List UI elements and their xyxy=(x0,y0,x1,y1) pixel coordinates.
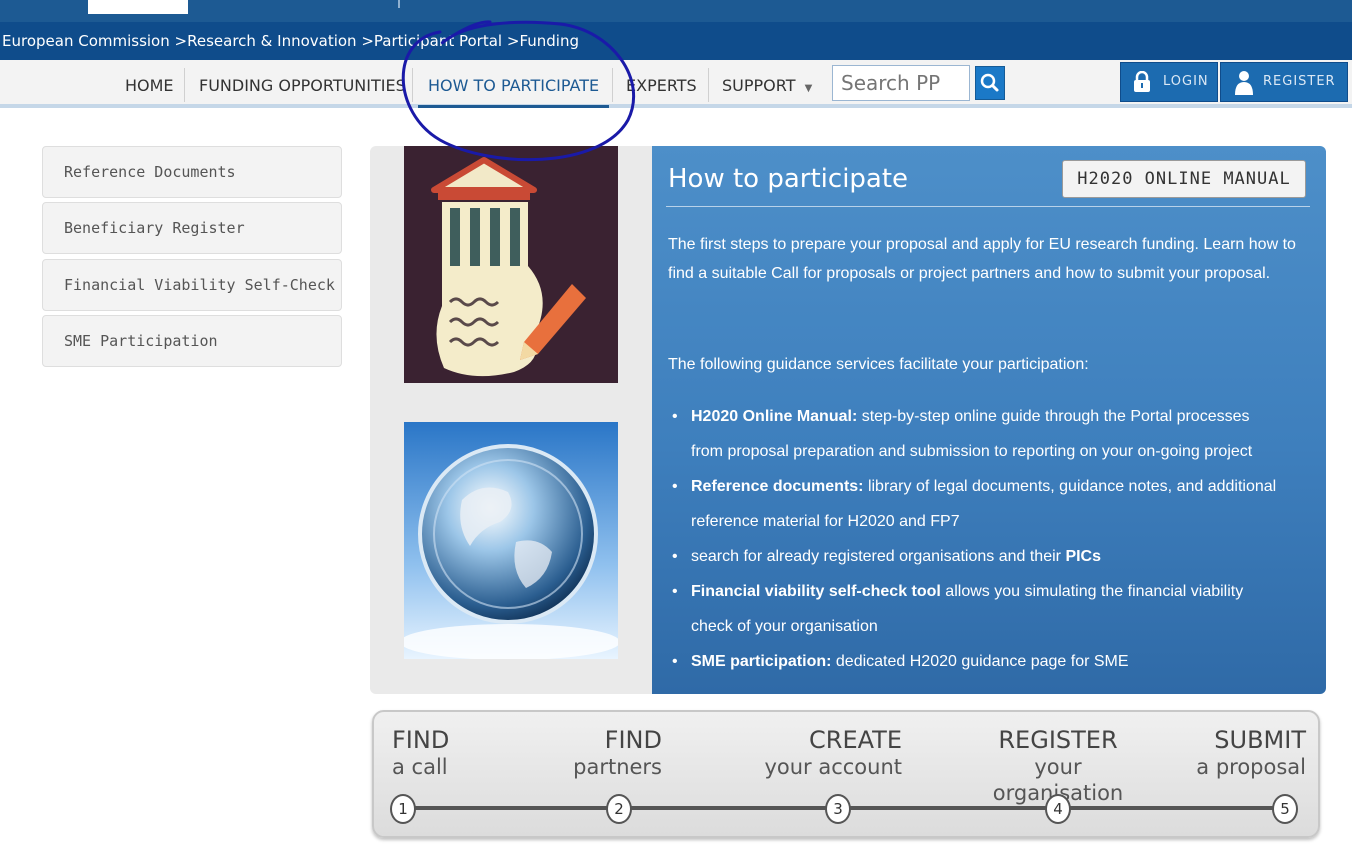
search-input[interactable] xyxy=(832,65,970,101)
top-banner-strip xyxy=(0,0,1352,22)
step-number-badge: 2 xyxy=(606,794,632,824)
step-number-badge: 1 xyxy=(390,794,416,824)
nav-how-to-participate[interactable]: HOW TO PARTICIPATE xyxy=(418,60,610,108)
step-subtitle: a proposal xyxy=(1196,755,1306,779)
nav-divider xyxy=(184,68,185,102)
how-to-participate-panel: How to participate H2020 ONLINE MANUAL T… xyxy=(652,146,1326,694)
step-subtitle: a call xyxy=(392,755,448,779)
step-find-call[interactable]: FIND a call xyxy=(392,726,449,780)
bullet-text: step-by-step online guide through the Po… xyxy=(857,408,1250,425)
bullet-text: dedicated H2020 guidance page for SME xyxy=(831,653,1129,670)
nav-divider xyxy=(708,68,709,102)
step-number-badge: 4 xyxy=(1045,794,1071,824)
nav-experts[interactable]: EXPERTS xyxy=(626,60,697,104)
bullet-text-cont: from proposal preparation and submission… xyxy=(691,443,1253,460)
step-create-account[interactable]: CREATE your account xyxy=(762,726,902,780)
bullet-bold[interactable]: SME participation: xyxy=(691,653,831,670)
page-title: How to participate xyxy=(668,164,909,194)
document-illustration xyxy=(404,146,618,383)
user-icon xyxy=(1235,71,1253,95)
step-title: SUBMIT xyxy=(1214,726,1306,754)
step-number-badge: 3 xyxy=(825,794,851,824)
step-title: CREATE xyxy=(809,726,902,754)
list-item: Financial viability self-check tool allo… xyxy=(668,574,1328,644)
globe-icon xyxy=(400,422,620,660)
bullet-text-cont: reference material for H2020 and FP7 xyxy=(691,513,960,530)
step-subtitle: your account xyxy=(764,755,902,779)
bullet-text: search for already registered organisati… xyxy=(691,548,1066,565)
institution-document-icon xyxy=(404,146,618,383)
bullet-bold[interactable]: PICs xyxy=(1065,548,1101,565)
list-item: Reference documents: library of legal do… xyxy=(668,469,1328,539)
step-find-partners[interactable]: FIND partners xyxy=(572,726,662,780)
bullet-bold[interactable]: H2020 Online Manual: xyxy=(691,408,857,425)
intro-text: The first steps to prepare your proposal… xyxy=(668,236,1296,282)
breadcrumb-separator: > xyxy=(506,32,520,50)
login-label: LOGIN xyxy=(1163,74,1209,89)
step-title: FIND xyxy=(604,726,662,754)
step-number-badge: 5 xyxy=(1272,794,1298,824)
top-banner-tab xyxy=(88,0,188,14)
sidebar-item-reference-documents[interactable]: Reference Documents xyxy=(42,146,342,198)
nav-home[interactable]: HOME xyxy=(125,60,174,104)
bullet-bold[interactable]: Financial viability self-check tool xyxy=(691,583,941,600)
step-subtitle: partners xyxy=(573,755,662,779)
globe-illustration xyxy=(400,422,620,660)
sidebar-item-financial-viability[interactable]: Financial Viability Self-Check xyxy=(42,259,342,311)
chevron-down-icon: ▼ xyxy=(804,83,813,94)
bullet-text-cont: check of your organisation xyxy=(691,618,878,635)
nav-funding-opportunities[interactable]: FUNDING OPPORTUNITIES xyxy=(199,60,406,104)
register-button[interactable]: REGISTER xyxy=(1220,62,1348,102)
bullet-text: allows you simulating the financial viab… xyxy=(940,583,1244,600)
step-title: FIND xyxy=(392,726,450,754)
step-submit-proposal[interactable]: SUBMIT a proposal xyxy=(1174,726,1306,780)
lock-icon xyxy=(1134,71,1150,92)
guidance-heading: The following guidance services facilita… xyxy=(668,356,1089,373)
breadcrumb-item-european-commission[interactable]: European Commission xyxy=(2,22,170,60)
list-item: SME participation: dedicated H2020 guida… xyxy=(668,644,1328,679)
bullet-text: library of legal documents, guidance not… xyxy=(863,478,1277,495)
nav-support-label: SUPPORT xyxy=(722,76,796,95)
search-button[interactable] xyxy=(975,66,1005,100)
participation-steps-bar: FIND a call FIND partners CREATE your ac… xyxy=(372,710,1320,838)
breadcrumb-item-participant-portal[interactable]: Participant Portal xyxy=(374,22,502,60)
login-button[interactable]: LOGIN xyxy=(1120,62,1218,102)
register-label: REGISTER xyxy=(1263,74,1336,89)
guidance-list: H2020 Online Manual: step-by-step online… xyxy=(668,399,1328,679)
bullet-bold[interactable]: Reference documents: xyxy=(691,478,864,495)
breadcrumb-item-funding[interactable]: Funding xyxy=(519,22,579,60)
list-item: H2020 Online Manual: step-by-step online… xyxy=(668,399,1328,469)
nav-divider xyxy=(612,68,613,102)
nav-support[interactable]: SUPPORT ▼ xyxy=(722,60,812,104)
step-title: REGISTER xyxy=(998,726,1118,754)
breadcrumb-separator: > xyxy=(174,32,188,50)
top-banner-divider xyxy=(398,0,400,8)
sidebar-item-sme-participation[interactable]: SME Participation xyxy=(42,315,342,367)
search-icon xyxy=(980,73,999,92)
sidebar-item-beneficiary-register[interactable]: Beneficiary Register xyxy=(42,202,342,254)
h2020-online-manual-button[interactable]: H2020 ONLINE MANUAL xyxy=(1062,160,1306,198)
list-item: search for already registered organisati… xyxy=(668,539,1328,574)
title-divider xyxy=(666,206,1310,207)
nav-divider xyxy=(412,68,413,102)
breadcrumb-separator: > xyxy=(361,32,374,50)
breadcrumb-item-research-innovation[interactable]: Research & Innovation xyxy=(187,22,356,60)
breadcrumb: European Commission > Research & Innovat… xyxy=(0,22,1352,60)
